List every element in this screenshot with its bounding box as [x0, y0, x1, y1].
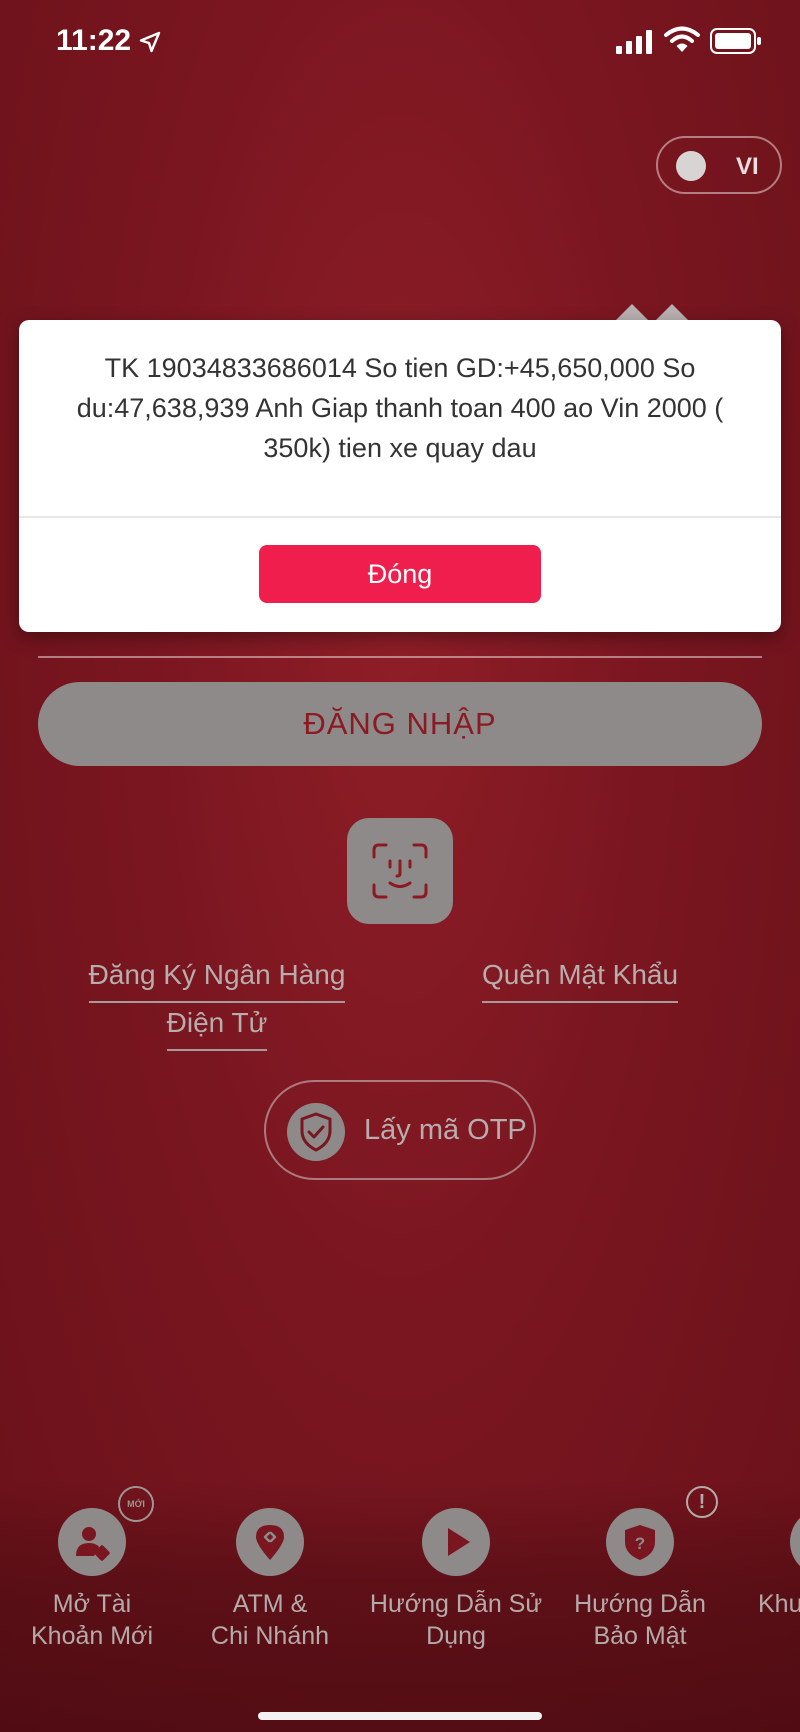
nav-icon-bg [422, 1508, 490, 1576]
nav-label: ATM & Chi Nhánh [210, 1590, 330, 1650]
nav-security-guide[interactable]: ? ! Hướng Dẫn Bảo Mật [550, 1480, 730, 1680]
forgot-password-label: Quên Mật Khẩu [481, 955, 679, 1003]
face-id-icon [372, 843, 428, 899]
nav-label: Mở Tài Khoản Mới [30, 1590, 153, 1650]
nav-label: Khu [758, 1590, 800, 1618]
cellular-signal-icon [616, 30, 652, 54]
forgot-password-link[interactable]: Quên Mật Khẩu [470, 955, 690, 1003]
nav-partial-item[interactable]: Khu [740, 1480, 800, 1680]
alert-badge: ! [686, 1486, 718, 1518]
wifi-icon [664, 26, 700, 52]
map-pin-icon [256, 1525, 284, 1560]
new-badge: MỚI [118, 1486, 154, 1522]
nav-atm-branch[interactable]: ATM & Chi Nhánh [180, 1480, 360, 1680]
dialog-divider [19, 516, 781, 518]
status-time: 11:22 [56, 24, 132, 57]
register-link-line2: Điện Tử [166, 1003, 268, 1051]
language-toggle[interactable]: VI [656, 136, 782, 194]
password-field-underline[interactable] [38, 656, 762, 658]
shield-question-icon: ? [625, 1525, 655, 1560]
nav-open-account[interactable]: MỚI Mở Tài Khoản Mới [2, 1480, 182, 1680]
svg-text:?: ? [635, 1534, 645, 1553]
nav-icon-bg [790, 1508, 800, 1576]
dialog-message: TK 19034833686014 So tien GD:+45,650,000… [76, 353, 724, 463]
toggle-knob [676, 151, 706, 181]
location-arrow-icon [139, 31, 161, 53]
language-label: VI [736, 153, 759, 180]
otp-label: Lấy mã OTP [364, 1114, 527, 1146]
get-otp-button[interactable]: Lấy mã OTP [264, 1080, 536, 1180]
close-button[interactable]: Đóng [259, 545, 541, 603]
shield-check-icon [287, 1103, 345, 1161]
register-link-line1: Đăng Ký Ngân Hàng [88, 955, 346, 1003]
status-bar: 11:22 [0, 0, 800, 90]
nav-user-guide[interactable]: Hướng Dẫn Sử Dụng [366, 1480, 546, 1680]
notification-dialog: TK 19034833686014 So tien GD:+45,650,000… [19, 320, 781, 632]
nav-icon-bg: ? [606, 1508, 674, 1576]
nav-label: Hướng Dẫn Bảo Mật [574, 1590, 706, 1650]
register-ebanking-link[interactable]: Đăng Ký Ngân Hàng Điện Tử [72, 955, 362, 1051]
login-button[interactable]: ĐĂNG NHẬP [38, 682, 762, 766]
face-id-button[interactable] [347, 818, 453, 924]
nav-label: Hướng Dẫn Sử Dụng [369, 1590, 543, 1650]
bottom-navigation: MỚI Mở Tài Khoản Mới ATM & Chi Nhánh Hướng… [0, 1480, 800, 1732]
nav-icon-bg [58, 1508, 126, 1576]
play-icon [448, 1528, 470, 1556]
battery-icon [710, 28, 761, 54]
nav-icon-bg [236, 1508, 304, 1576]
home-indicator[interactable] [258, 1712, 542, 1720]
user-add-icon [76, 1527, 110, 1561]
